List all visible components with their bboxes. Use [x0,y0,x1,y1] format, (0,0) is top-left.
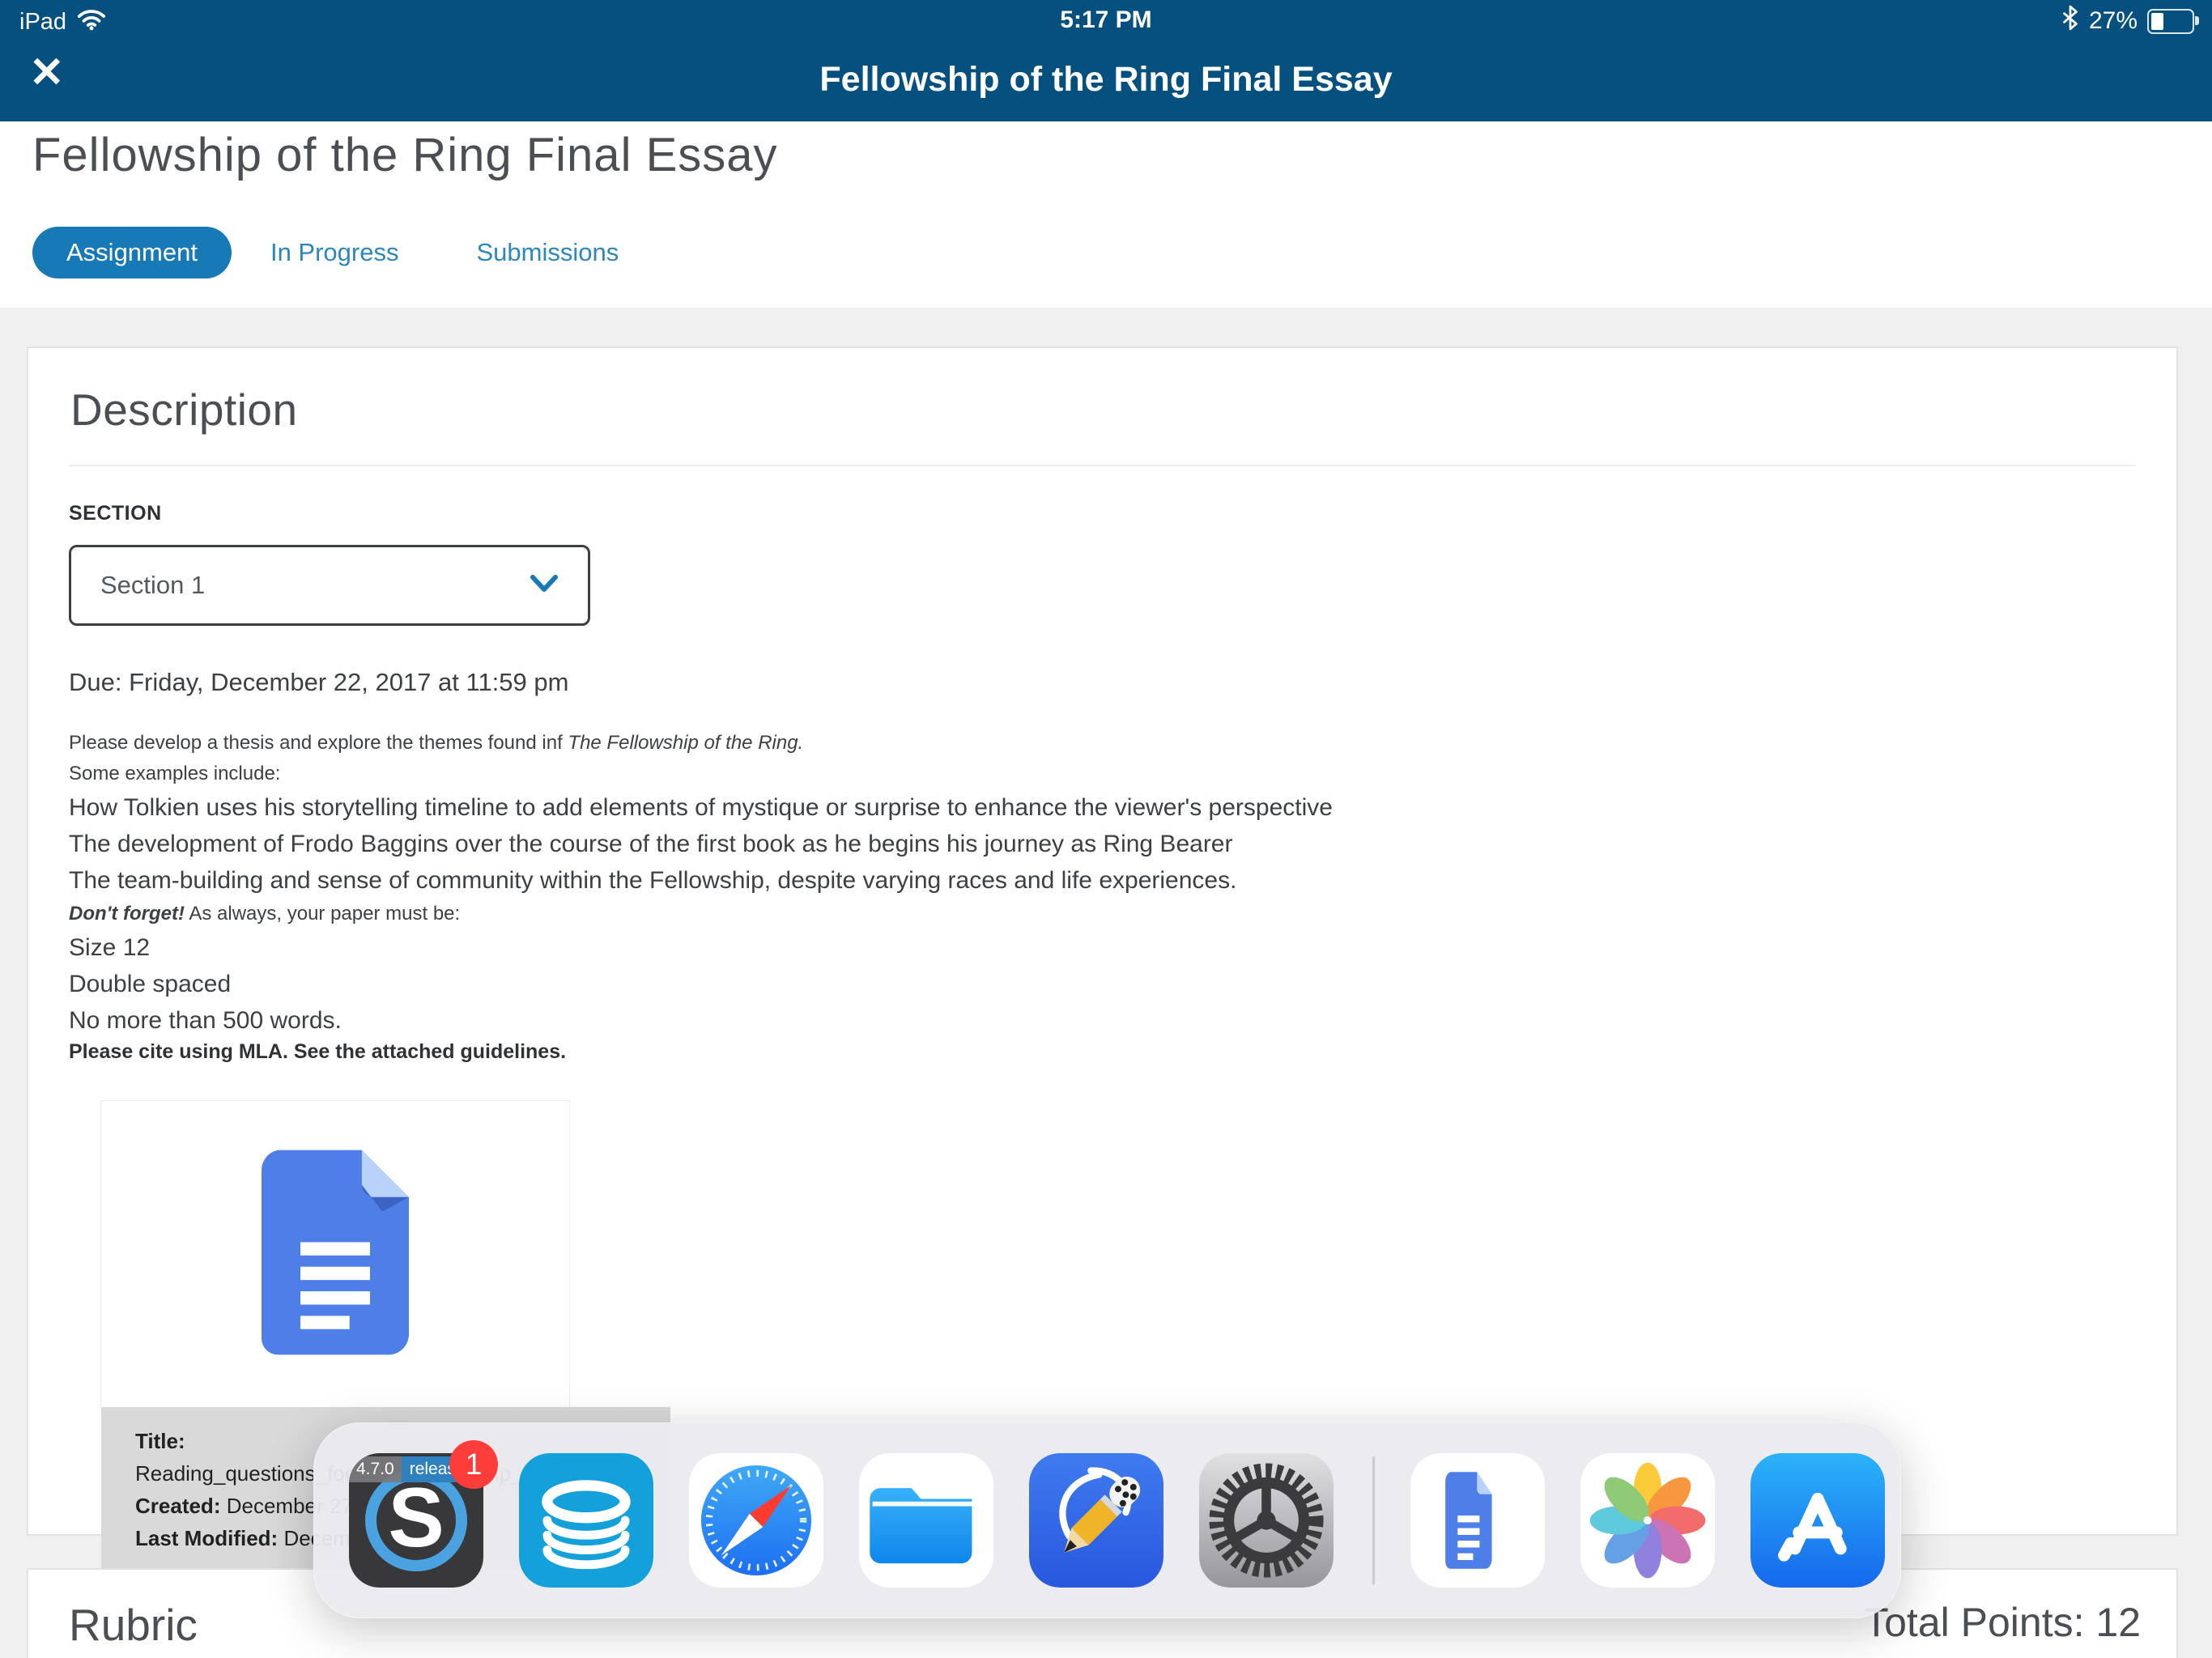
examples-intro: Some examples include: [69,763,280,784]
google-docs-icon[interactable] [1410,1453,1545,1588]
section-label: SECTION [69,502,2136,525]
intro-text: Please develop a thesis and explore the … [69,732,568,754]
status-bar: iPad 5:17 PM 27% [0,0,2212,37]
requirement-3: No more than 500 words. [69,1002,2136,1039]
section-dropdown-value: Section 1 [100,571,205,600]
app-store-icon[interactable] [1750,1453,1885,1588]
chevron-down-icon [530,574,559,597]
schoology-app-icon[interactable]: S 4.7.0 release 4.7 1 [349,1453,483,1588]
app-header: iPad 5:17 PM 27% [0,0,2212,121]
notability-icon[interactable] [1029,1453,1163,1588]
example-theme-3: The team-building and sense of community… [69,862,2136,899]
notification-badge: 1 [449,1440,498,1489]
nav-title: Fellowship of the Ring Final Essay [0,60,2212,100]
files-icon[interactable] [859,1453,993,1588]
safari-icon[interactable] [689,1453,823,1588]
attachment-title-label: Title: [135,1429,185,1453]
example-theme-2: The development of Frodo Baggins over th… [69,826,2136,862]
version-chip: 4.7.0 [349,1456,402,1482]
attachment-thumbnail[interactable] [101,1101,569,1407]
tab-bar: Assignment In Progress Submissions [32,227,657,278]
battery-icon [2147,9,2194,34]
cite-note: Please cite using MLA. See the attached … [69,1040,2136,1064]
dont-forget-lead: Don't forget! [69,903,185,925]
clock: 5:17 PM [0,6,2212,34]
nav-bar: ✕ Fellowship of the Ring Final Essay [0,37,2212,121]
battery-percent: 27% [2089,7,2138,35]
page-title: Fellowship of the Ring Final Essay [32,128,778,182]
tab-submissions[interactable]: Submissions [437,238,657,267]
requirement-2: Double spaced [69,966,2136,1002]
intro-book-title: The Fellowship of the Ring. [568,732,803,754]
due-date: Due: Friday, December 22, 2017 at 11:59 … [69,668,2136,697]
description-heading: Description [70,384,2136,436]
photos-icon[interactable] [1580,1453,1715,1588]
google-docs-file-icon [262,1148,409,1361]
dock-separator [1372,1456,1375,1584]
bluetooth-icon [2061,5,2079,37]
screen: iPad 5:17 PM 27% [0,0,2212,1658]
assignment-intro: Please develop a thesis and explore the … [69,728,2136,789]
dont-forget-rest: As always, your paper must be: [185,903,460,925]
tab-in-progress[interactable]: In Progress [232,238,438,267]
attachment-created-label: Created: [135,1494,220,1518]
section-dropdown[interactable]: Section 1 [69,545,590,626]
requirement-1: Size 12 [69,929,2136,966]
attachment-modified-label: Last Modified: [135,1526,278,1550]
example-theme-1: How Tolkien uses his storytelling timeli… [69,789,2136,826]
settings-icon[interactable] [1199,1453,1334,1588]
description-card: Description SECTION Section 1 Due: Frida… [27,346,2178,1536]
total-points: Total Points: 12 [1864,1599,2141,1646]
dock: S 4.7.0 release 4.7 1 [313,1422,1901,1618]
divider [69,465,2136,466]
rubric-heading: Rubric [69,1599,198,1651]
tab-assignment[interactable]: Assignment [32,227,232,278]
title-zone: Fellowship of the Ring Final Essay Assig… [0,121,2212,308]
dont-forget-line: Don't forget! As always, your paper must… [69,899,2136,929]
stacked-rings-app-icon[interactable] [519,1453,653,1588]
